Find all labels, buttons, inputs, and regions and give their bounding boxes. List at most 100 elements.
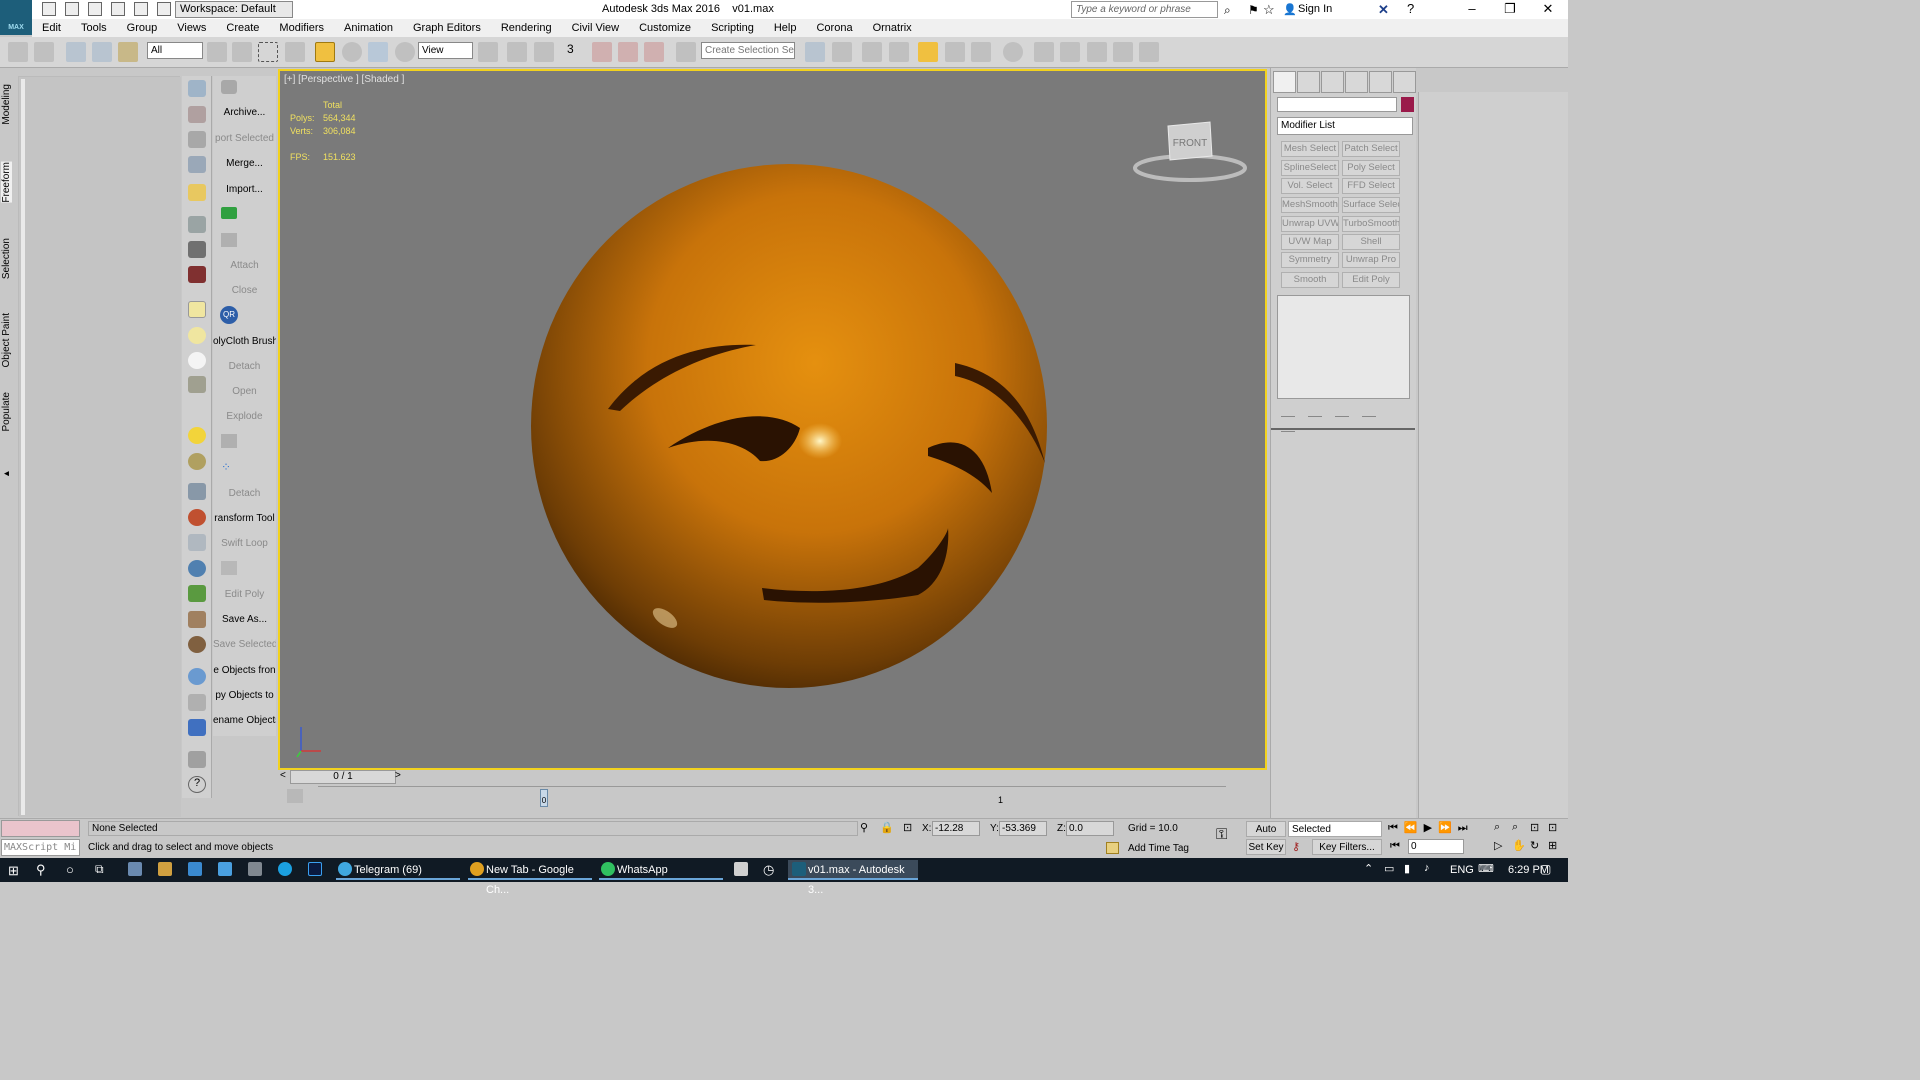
undo-icon[interactable] [111, 2, 126, 16]
teapot-icon[interactable] [188, 80, 206, 97]
x-coordinate-field[interactable]: -12.28 [932, 821, 980, 836]
menu-ornatrix[interactable]: Ornatrix [863, 19, 922, 37]
menu-views[interactable]: Views [167, 19, 216, 37]
taskbar-whatsapp[interactable]: WhatsApp [599, 860, 723, 880]
modifier-unwrap-pro[interactable]: Unwrap Pro [1342, 252, 1400, 268]
perspective-viewport[interactable]: [+] [Perspective ] [Shaded ] Total Polys… [278, 69, 1267, 770]
field-of-view-icon[interactable]: ▷ [1494, 839, 1502, 852]
task-view-icon[interactable]: ⧉ [95, 862, 104, 877]
photoshop-icon[interactable] [308, 862, 322, 876]
taskbar-chrome[interactable]: New Tab - Google Ch... [468, 860, 592, 896]
emoji-sphere-model[interactable] [530, 163, 1048, 689]
tab-modeling[interactable]: Modeling [1, 84, 12, 125]
copy-icon[interactable] [188, 694, 206, 711]
open-file-icon[interactable] [65, 2, 80, 16]
volume-icon[interactable]: ♪ [1424, 862, 1430, 874]
plant-icon[interactable] [188, 585, 206, 602]
select-move-icon[interactable] [315, 42, 335, 62]
app-logo[interactable]: MAX [0, 0, 32, 35]
maximize-viewport-icon[interactable]: ⊞ [1548, 839, 1557, 852]
command-merge[interactable]: Merge... [213, 158, 276, 169]
time-slider-frame[interactable]: 0 / 1 [290, 770, 396, 784]
modifier-patch-select[interactable]: Patch Select [1342, 141, 1400, 157]
track-bar[interactable]: 0 1 [318, 786, 1226, 810]
help-icon[interactable]: ? [188, 776, 206, 793]
object-name-field[interactable] [1277, 97, 1397, 112]
circle-icon[interactable] [188, 352, 206, 369]
command-import[interactable]: Import... [213, 184, 276, 195]
show-end-result-icon[interactable] [1308, 405, 1323, 417]
render-icon[interactable] [188, 106, 206, 123]
keyboard-shortcut-icon[interactable] [534, 42, 554, 62]
isolate-selection-icon[interactable]: ⚲ [860, 821, 868, 834]
battery-icon[interactable]: ▮ [1404, 862, 1410, 875]
binoculars-icon[interactable]: ⌕ [1224, 3, 1231, 18]
modifier-symmetry[interactable]: Symmetry [1281, 252, 1339, 268]
workspace-dropdown[interactable]: Workspace: Default [175, 1, 293, 18]
rendered-frame-window-icon[interactable] [1060, 42, 1080, 62]
zoom-all-icon[interactable]: ⌕ [1512, 821, 1518, 834]
pivot-center-icon[interactable] [478, 42, 498, 62]
particles-icon[interactable]: ⁘ [221, 460, 237, 474]
undo-icon[interactable] [8, 42, 28, 62]
select-scale-icon[interactable] [368, 42, 388, 62]
favorites-star-icon[interactable]: ☆ [1263, 2, 1275, 18]
utilities-tab-icon[interactable] [1393, 71, 1416, 93]
modifier-vol-select[interactable]: Vol. Select [1281, 178, 1339, 194]
menu-modifiers[interactable]: Modifiers [269, 19, 334, 37]
command-copy-objects-to[interactable]: py Objects to [213, 690, 276, 701]
unlink-icon[interactable] [92, 42, 112, 62]
menu-civil-view[interactable]: Civil View [562, 19, 629, 37]
modifier-turbosmooth[interactable]: TurboSmooth [1342, 216, 1400, 232]
menu-edit[interactable]: Edit [32, 19, 71, 37]
pan-view-icon[interactable]: ✋ [1512, 839, 1526, 852]
modifier-uvw-map[interactable]: UVW Map [1281, 234, 1339, 250]
modifier-mesh-select[interactable]: Mesh Select [1281, 141, 1339, 157]
placement-icon[interactable] [395, 42, 415, 62]
ribbon-toggle-icon[interactable] [918, 42, 938, 62]
script-icon[interactable] [188, 719, 206, 736]
modifier-smooth[interactable]: Smooth [1281, 272, 1339, 288]
grid-object-icon[interactable] [188, 483, 206, 500]
modifier-edit-poly[interactable]: Edit Poly [1342, 272, 1400, 288]
exchange-icon[interactable]: ✕ [1378, 2, 1389, 18]
command-save-as[interactable]: Save As... [213, 614, 276, 625]
command-archive[interactable]: Archive... [213, 107, 276, 118]
material-editor-icon[interactable] [1003, 42, 1023, 62]
menu-rendering[interactable]: Rendering [491, 19, 562, 37]
taskbar-3dsmax[interactable]: v01.max - Autodesk 3... [788, 860, 918, 896]
link-icon[interactable] [66, 42, 86, 62]
add-time-tag[interactable]: Add Time Tag [1128, 843, 1189, 854]
sign-in-link[interactable]: Sign In [1298, 3, 1332, 15]
render-activeshade-icon[interactable] [1139, 42, 1159, 62]
orbit-icon[interactable]: ↻ [1530, 839, 1539, 852]
modifier-shell[interactable]: Shell [1342, 234, 1400, 250]
zoom-icon[interactable]: ⌕ [1494, 821, 1500, 834]
zoom-extents-icon[interactable]: ⊡ [1530, 821, 1539, 834]
tab-populate[interactable]: Populate [1, 392, 12, 431]
mini-curve-editor-icon[interactable] [287, 789, 303, 803]
calculator-icon[interactable] [128, 862, 142, 876]
remove-modifier-icon[interactable] [1362, 405, 1377, 417]
skype-icon[interactable] [278, 862, 292, 876]
new-file-icon[interactable] [42, 2, 56, 16]
selection-filter-dropdown[interactable]: All [147, 42, 203, 59]
modifier-stack[interactable] [1277, 295, 1410, 399]
help-icon[interactable]: ? [1407, 1, 1414, 16]
mesh-icon[interactable] [188, 534, 206, 551]
search-input[interactable]: Type a keyword or phrase [1071, 1, 1218, 18]
clipboard-icon[interactable] [188, 751, 206, 768]
selection-lock-icon[interactable]: 🔒 [880, 821, 894, 834]
key-filters-button[interactable]: Key Filters... [1312, 839, 1382, 855]
close-button[interactable]: ✕ [1528, 0, 1568, 19]
hierarchy-tab-icon[interactable] [1321, 71, 1344, 93]
window-crossing-icon[interactable] [285, 42, 305, 62]
maxscript-mini-listener[interactable]: MAXScript Mi [1, 839, 80, 856]
next-frame-icon[interactable]: > [395, 770, 401, 781]
menu-animation[interactable]: Animation [334, 19, 403, 37]
auto-key-button[interactable]: Auto Key [1246, 821, 1286, 850]
set-key-button[interactable]: Set Key [1246, 839, 1286, 855]
set-key-icon[interactable]: ⚿ [1216, 826, 1227, 843]
subscription-icon[interactable]: ⚑ [1248, 3, 1259, 17]
command-transform-tool[interactable]: ransform Tool [213, 513, 276, 524]
